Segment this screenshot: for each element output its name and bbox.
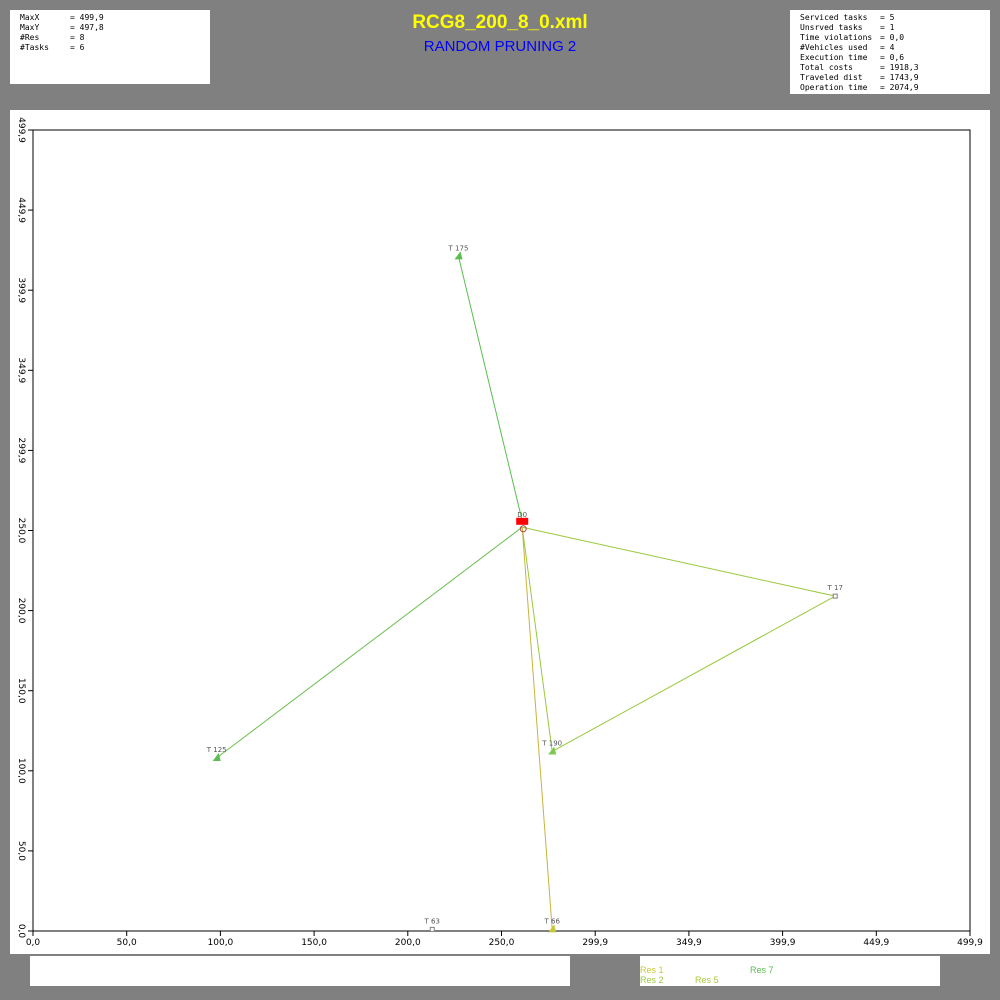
plot-panel: 0,0 50,0 100,0 150,0 200,0 250,0 299,9 349,9 399… <box>10 110 990 954</box>
plot-area-frame <box>32 129 971 932</box>
info-value: = 6 <box>70 43 85 52</box>
info-value: = 1 <box>880 23 895 32</box>
info-key: #Vehicles used <box>800 43 868 52</box>
task-label: T 63 <box>424 917 440 925</box>
route-line <box>216 526 523 759</box>
y-tick-label: 50,0 <box>16 841 26 861</box>
y-tick-label: 449,9 <box>16 197 26 223</box>
x-tick-label: 200,0 <box>395 938 421 948</box>
info-value: = 2074,9 <box>880 83 919 92</box>
x-tick-label: 399,9 <box>770 938 796 948</box>
info-key: Operation time <box>800 83 868 92</box>
task-label: T 66 <box>543 917 560 925</box>
info-key: MaxX <box>20 13 40 22</box>
info-key: #Res <box>20 33 40 42</box>
y-tick-label: 100,0 <box>16 758 26 784</box>
status-panel <box>30 956 570 986</box>
info-key: Time violations <box>800 33 873 42</box>
depot-label: D0 <box>517 511 527 519</box>
legend: Res 1 Res 7 Res 2 Res 5 <box>640 956 940 986</box>
info-key: #Tasks <box>20 43 49 52</box>
route-line <box>458 256 523 521</box>
y-tick-label: 399,9 <box>16 277 26 303</box>
x-tick-label: 299,9 <box>582 938 608 948</box>
info-value: = 497,8 <box>70 23 104 32</box>
x-tick-label: 100,0 <box>208 938 234 948</box>
info-key: Traveled dist <box>800 73 863 82</box>
x-tick-label: 0,0 <box>26 938 41 948</box>
task-marker <box>454 251 463 260</box>
info-key: Unsrved tasks <box>800 23 863 32</box>
x-tick-label: 150,0 <box>301 938 327 948</box>
y-tick-label: 150,0 <box>16 678 26 704</box>
info-value: = 4 <box>880 43 895 52</box>
x-tick-label: 449,9 <box>863 938 889 948</box>
info-key: MaxY <box>20 23 40 32</box>
x-tick-label: 349,9 <box>676 938 702 948</box>
chart-subtitle: RANDOM PRUNING 2 <box>423 38 577 55</box>
task-marker <box>212 752 221 761</box>
info-value: = 0,0 <box>880 33 905 42</box>
y-tick-label: 250,0 <box>16 518 26 544</box>
x-tick-label: 499,9 <box>957 938 983 948</box>
y-tick-label: 0,0 <box>16 924 26 939</box>
depot-marker <box>516 517 529 525</box>
task-label: T 190 <box>541 740 562 748</box>
route-line <box>521 526 837 753</box>
task-marker <box>832 593 838 599</box>
y-tick-label: 349,9 <box>16 357 26 383</box>
legend-item: Res 5 <box>695 975 719 985</box>
route-chart: 0,0 50,0 100,0 150,0 200,0 250,0 299,9 349,9 399… <box>16 117 983 948</box>
depot-ring <box>519 525 527 533</box>
info-value: = 5 <box>880 13 895 22</box>
legend-item: Res 1 <box>640 965 664 975</box>
y-tick-label: 299,9 <box>16 438 26 464</box>
info-value: = 1918,3 <box>880 63 919 72</box>
task-marker <box>548 746 557 755</box>
chart-title: RCG8_200_8_0.xml <box>412 12 588 33</box>
task-label: T 175 <box>448 244 469 252</box>
x-tick-label: 50,0 <box>117 938 137 948</box>
y-tick-label: 499,9 <box>16 117 26 143</box>
route-line <box>521 527 553 930</box>
task-marker <box>429 926 435 932</box>
solution-stats-panel: Serviced tasks = 5 Unsrved tasks = 1 Time vi… <box>790 10 990 94</box>
legend-item: Res 7 <box>750 965 774 975</box>
x-tick-label: 250,0 <box>489 938 515 948</box>
info-value: = 0,6 <box>880 53 905 62</box>
info-key: Serviced tasks <box>800 13 868 22</box>
info-value: = 1743,9 <box>880 73 919 82</box>
task-label: T 125 <box>206 746 227 754</box>
info-key: Execution time <box>800 53 868 62</box>
info-value: = 499,9 <box>70 13 104 22</box>
info-value: = 8 <box>70 33 85 42</box>
instance-info-panel: MaxX = 499,9 MaxY = 497,8 #Res = 8 #Tasks = 6 <box>10 10 210 84</box>
info-key: Total costs <box>800 63 853 72</box>
task-label: T 17 <box>827 584 843 592</box>
legend-item: Res 2 <box>640 975 664 985</box>
y-tick-label: 200,0 <box>16 598 26 624</box>
